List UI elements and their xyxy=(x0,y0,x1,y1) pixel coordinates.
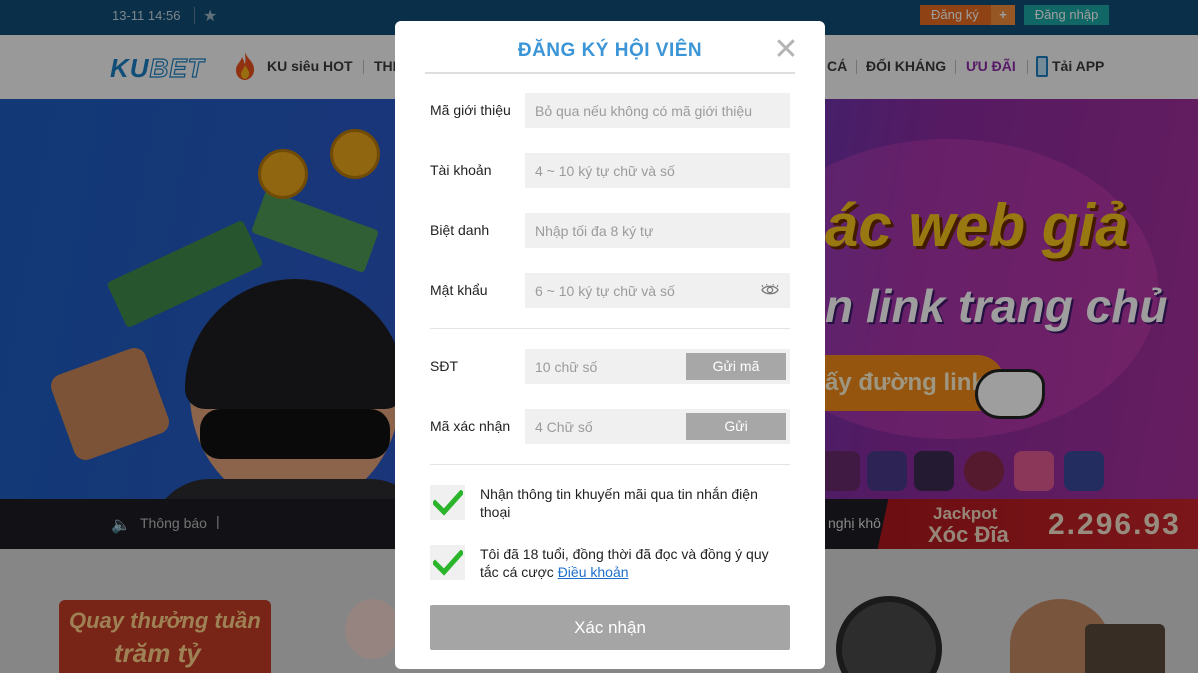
terms-link[interactable]: Điều khoản xyxy=(558,564,629,580)
confirm-button[interactable]: Xác nhận xyxy=(430,605,790,650)
phone-label: SĐT xyxy=(430,358,458,374)
verify-code-label: Mã xác nhận xyxy=(430,418,511,434)
password-label: Mật khẩu xyxy=(430,282,488,298)
close-icon[interactable]: ✕ xyxy=(771,35,801,65)
referral-label: Mã giới thiệu xyxy=(430,102,511,118)
modal-title: ĐĂNG KÝ HỘI VIÊN xyxy=(517,40,703,61)
terms-consent-text: Tôi đã 18 tuổi, đồng thời đã đọc và đồng… xyxy=(480,545,780,581)
account-label: Tài khoản xyxy=(430,162,492,178)
section-divider xyxy=(430,464,790,465)
password-input[interactable] xyxy=(525,273,790,308)
eye-icon[interactable] xyxy=(761,284,779,296)
register-modal: ĐĂNG KÝ HỘI VIÊN ✕ Mã giới thiệu Tài kho… xyxy=(395,21,825,669)
terms-consent-checkbox[interactable] xyxy=(430,545,465,580)
checkmark-icon xyxy=(433,490,463,516)
referral-code-input[interactable] xyxy=(525,93,790,128)
section-divider xyxy=(430,328,790,329)
sms-consent-text: Nhận thông tin khuyến mãi qua tin nhắn đ… xyxy=(480,486,758,520)
send-code-button[interactable]: Gửi mã xyxy=(686,353,786,380)
title-divider xyxy=(425,72,795,74)
checkmark-icon xyxy=(433,550,463,576)
sms-consent-checkbox[interactable] xyxy=(430,485,465,520)
account-input[interactable] xyxy=(525,153,790,188)
send-button[interactable]: Gửi xyxy=(686,413,786,440)
nickname-input[interactable] xyxy=(525,213,790,248)
nickname-label: Biệt danh xyxy=(430,222,490,238)
